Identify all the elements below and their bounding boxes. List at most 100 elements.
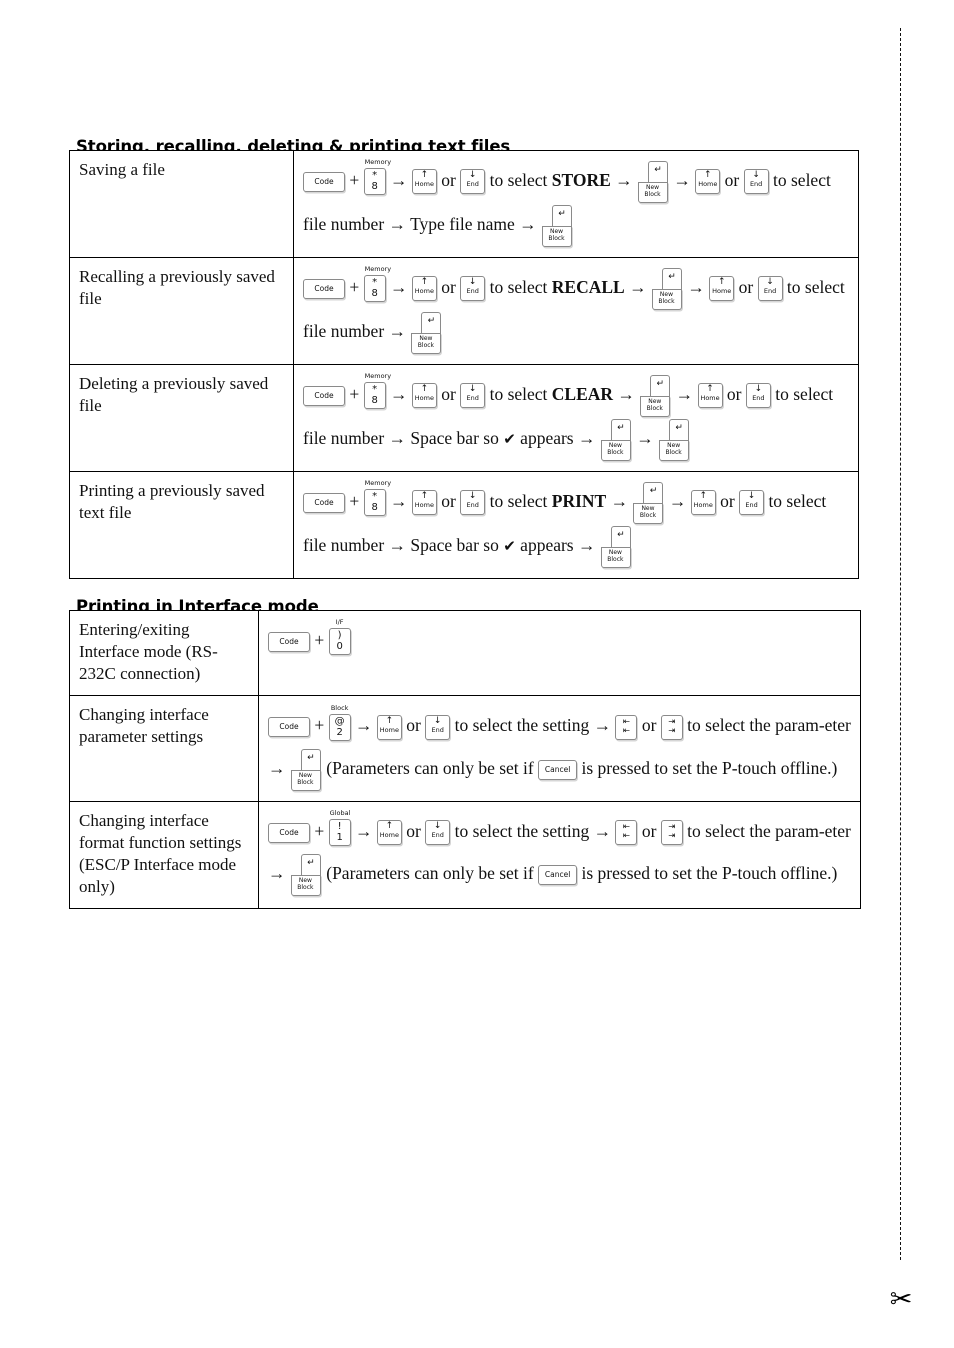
code-key[interactable]: Code (268, 717, 310, 738)
cancel-key[interactable]: Cancel (538, 759, 578, 780)
home-key[interactable]: ↑ Home (411, 169, 437, 195)
key-label: Home (414, 180, 434, 189)
code-key[interactable]: Code (303, 492, 345, 513)
code-key[interactable]: Code (303, 171, 345, 192)
step-text: or (637, 715, 661, 736)
arrow-left-key[interactable]: ⇤ ⇤ (615, 820, 638, 846)
numeric-key-8[interactable]: Memory * 8 (363, 479, 391, 517)
key-lower-glyph: 0 (336, 641, 343, 653)
numeric-key-2[interactable]: Block @2 (328, 704, 351, 741)
procedure-table-interface-mode: Entering/exiting Interface mode (RS-232C… (69, 609, 861, 909)
new-block-key[interactable]: ↵ New Block (290, 853, 321, 896)
end-key[interactable]: ↓ End (460, 276, 486, 302)
new-block-key[interactable]: ↵ New Block (411, 311, 442, 354)
code-key[interactable]: Code (268, 822, 310, 843)
step-text: or (436, 170, 461, 190)
key-label: Code (314, 497, 334, 507)
numeric-key-8[interactable]: Memory * 8 (363, 158, 391, 196)
home-key[interactable]: ↑ Home (411, 276, 437, 302)
key-glyph-bottom: ⇤ (622, 725, 631, 736)
home-key[interactable]: ↑ Home (376, 714, 402, 740)
new-block-key[interactable]: ↵ New Block (290, 748, 321, 791)
new-block-key[interactable]: ↵ New Block (659, 418, 690, 461)
code-key[interactable]: Code (303, 278, 345, 299)
numeric-key-1[interactable]: Global! 1 (328, 809, 351, 847)
key-label: New Block (658, 290, 675, 305)
home-key[interactable]: ↑ Home (376, 820, 402, 846)
numeric-key-8[interactable]: Memory * 8 (363, 265, 391, 303)
key-function-caption: I/F (335, 618, 344, 627)
procedure-label: Entering/exiting Interface mode (RS-232C… (69, 609, 259, 697)
arrow-up-icon: ↑ (385, 715, 394, 726)
code-key[interactable]: Code (268, 631, 310, 652)
step-text: or (720, 170, 744, 190)
code-key[interactable]: Code (303, 385, 345, 406)
numeric-key-8[interactable]: Memory * 8 (363, 372, 391, 410)
key-glyph-bottom: ⇥ (668, 725, 676, 736)
end-key[interactable]: ↓ End (745, 383, 771, 409)
arrow-left-key[interactable]: ⇤ ⇤ (615, 714, 638, 740)
step-text: + (310, 820, 329, 841)
step-text: or (734, 276, 758, 297)
arrow-down-icon: ↓ (433, 821, 442, 832)
key-label: Home (712, 287, 732, 296)
step-text: or (401, 715, 426, 736)
step-text: → (671, 383, 698, 404)
procedure-steps: Code + Memory * 8 → ↑ Home or ↓ End to selec… (293, 363, 859, 472)
key-label: End (466, 287, 479, 296)
step-text: → (610, 170, 638, 190)
arrow-right-key[interactable]: ⇥ ⇥ (660, 714, 683, 740)
arrow-right-key[interactable]: ⇥ ⇥ (660, 820, 683, 846)
key-label: New Block (639, 504, 657, 519)
end-key[interactable]: ↓ End (757, 276, 783, 302)
new-block-key[interactable]: ↵ New Block (600, 525, 631, 568)
home-key[interactable]: ↑ Home (695, 169, 721, 195)
key-label: New Block (607, 441, 624, 456)
key-label: New Block (548, 227, 565, 242)
new-block-key[interactable]: ↵ New Block (651, 267, 682, 310)
key-label: End (745, 501, 758, 510)
home-key[interactable]: ↑ Home (690, 490, 716, 516)
cancel-key[interactable]: Cancel (538, 864, 578, 885)
end-key[interactable]: ↓ End (739, 490, 765, 516)
key-label: Code (314, 390, 334, 400)
home-key[interactable]: ↑ Home (411, 383, 437, 409)
home-key[interactable]: ↑ Home (697, 383, 723, 409)
end-key[interactable]: ↓ End (425, 820, 451, 846)
table-row: Changing interface format function setti… (69, 800, 861, 909)
step-text: → (669, 170, 696, 190)
step-text: or (436, 490, 461, 511)
new-block-key[interactable]: ↵ New Block (542, 204, 573, 247)
step-text: to select the setting → (450, 715, 616, 736)
step-text: or (436, 383, 461, 404)
home-key[interactable]: ↑ Home (709, 276, 735, 302)
key-upper-glyph: * (372, 384, 378, 396)
procedure-steps: Code + I/F) 0 (258, 609, 861, 697)
key-lower-glyph: 8 (371, 288, 378, 300)
numeric-key-0[interactable]: I/F) 0 (328, 618, 351, 656)
menu-option-name: PRINT (551, 490, 607, 511)
table-row: Entering/exiting Interface mode (RS-232C… (69, 609, 861, 697)
key-label: End (763, 287, 777, 296)
end-key[interactable]: ↓ End (425, 714, 451, 740)
end-key[interactable]: ↓ End (460, 169, 486, 195)
new-block-key[interactable]: ↵ New Block (600, 418, 631, 461)
home-key[interactable]: ↑ Home (411, 490, 437, 516)
end-key[interactable]: ↓ End (743, 169, 769, 195)
new-block-key[interactable]: ↵ New Block (638, 160, 669, 203)
table-row: Recalling a previously saved file Code + … (69, 256, 859, 365)
new-block-key[interactable]: ↵ New Block (633, 481, 664, 524)
new-block-key[interactable]: ↵ New Block (640, 374, 671, 417)
step-text: or (637, 820, 661, 841)
key-label: End (752, 394, 765, 403)
return-arrow-icon: ↵ (649, 485, 658, 496)
key-lower-glyph: 8 (371, 395, 378, 407)
arrow-down-icon: ↓ (468, 277, 477, 288)
end-key[interactable]: ↓ End (460, 383, 486, 409)
key-upper-glyph: * (372, 277, 378, 289)
arrow-down-icon: ↓ (752, 170, 760, 181)
step-text: + (345, 276, 364, 297)
key-label: New Block (665, 441, 682, 456)
end-key[interactable]: ↓ End (460, 490, 486, 516)
return-arrow-icon: ↵ (307, 857, 315, 868)
